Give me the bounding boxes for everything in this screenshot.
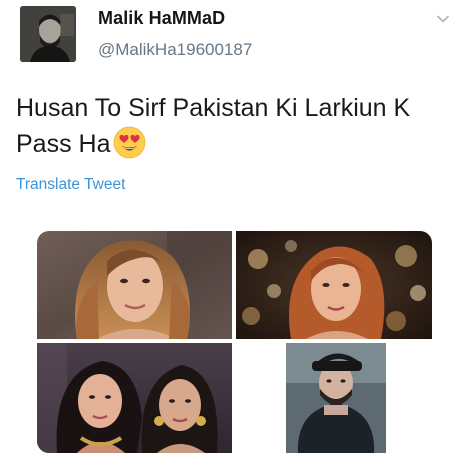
tweet-photo-2[interactable] [236, 231, 432, 339]
heart-eyes-emoji-icon [113, 126, 146, 159]
author-handle[interactable]: @MalikHa19600187 [98, 40, 252, 60]
tweet-text-body: Husan To Sirf Pakistan Ki Larkiun K Pass… [16, 94, 411, 158]
translate-tweet-link[interactable]: Translate Tweet [16, 176, 125, 194]
tweet-photo-1[interactable] [37, 231, 232, 339]
author-name[interactable]: Malik HaMMaD [98, 8, 225, 29]
tweet-text: Husan To Sirf Pakistan Ki Larkiun K Pass… [16, 91, 436, 162]
tweet-photo-4[interactable] [236, 343, 432, 453]
tweet-card: Malik HaMMaD @MalikHa19600187 Husan To S… [0, 0, 450, 473]
chevron-down-icon[interactable] [436, 12, 450, 26]
avatar[interactable] [20, 6, 76, 62]
tweet-photo-3[interactable] [37, 343, 232, 453]
